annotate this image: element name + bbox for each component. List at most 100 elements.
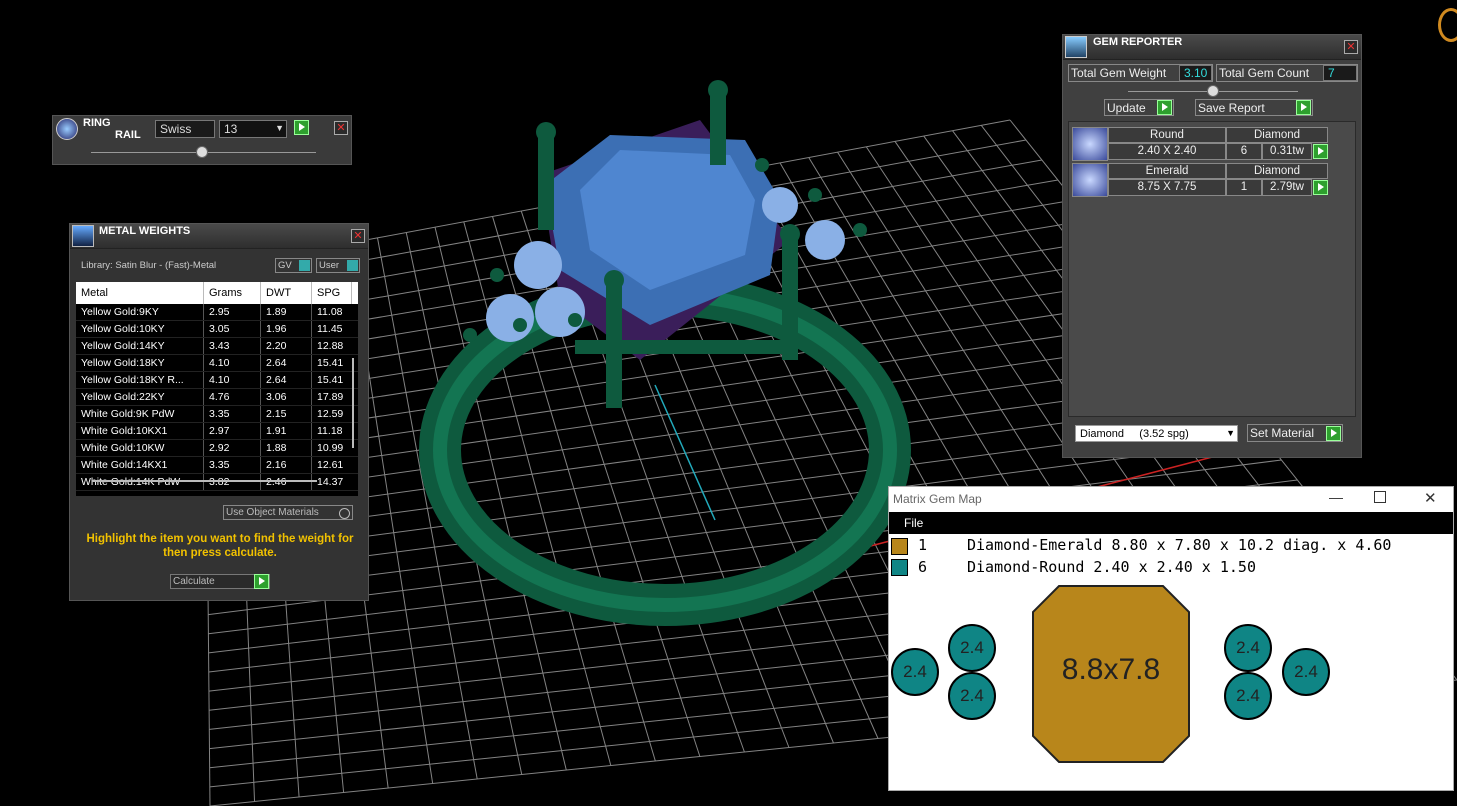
update-button[interactable]: Update [1104,99,1174,116]
col-grams[interactable]: Grams [204,282,261,304]
profile-field[interactable]: Swiss [155,120,215,138]
gem-reporter-icon [1065,36,1087,58]
toggle-icon [299,260,310,271]
table-row[interactable]: White Gold:10KW 2.92 1.88 10.99 [76,440,358,457]
save-report-button[interactable]: Save Report [1195,99,1313,116]
round-gem-5[interactable]: 2.4 [1224,672,1272,720]
table-row[interactable]: White Gold:14K PdW 3.82 2.46 14.37 [76,474,358,491]
table-cell: White Gold:9K PdW [76,406,204,422]
ring-rail-apply-button[interactable] [294,120,309,135]
metal-table-header: Metal Grams DWT SPG [76,282,358,304]
play-icon [1296,100,1311,115]
toggle-icon [347,260,358,271]
emerald-swatch [891,538,908,555]
table-cell: White Gold:10KW [76,440,204,456]
col-spg[interactable]: SPG [312,282,352,304]
round-gem-1[interactable]: 2.4 [891,648,939,696]
gem-map-window: Matrix Gem Map — ✕ File 1 Diamond-Emeral… [888,486,1454,791]
legend-count-2: 6 [918,558,928,576]
table-row[interactable]: Yellow Gold:18KY 4.10 2.64 15.41 [76,355,358,372]
round-gem-2[interactable]: 2.4 [948,624,996,672]
table-cell: 4.10 [204,355,261,371]
use-object-materials-label: Use Object Materials [226,507,319,518]
metal-weights-panel: METAL WEIGHTS ✕ Library: Satin Blur - (F… [69,223,369,601]
table-cell: 15.41 [317,357,344,369]
table-row[interactable]: Yellow Gold:18KY R... 4.10 2.64 15.41 [76,372,358,389]
legend-desc-2: Diamond-Round 2.40 x 2.40 x 1.50 [967,558,1256,576]
gem-map-titlebar: Matrix Gem Map — ✕ [889,487,1453,511]
gem-reporter-slider-knob[interactable] [1207,85,1219,97]
table-cell: 3.43 [204,338,261,354]
table-cell: White Gold:14K PdW [76,474,204,490]
gem-row-select-button[interactable] [1313,144,1328,159]
close-icon[interactable]: ✕ [1424,489,1437,507]
gem-list: Round 2.40 X 2.40 Diamond 6 0.31tw Emerald 8.7… [1068,121,1356,417]
table-cell: 4.10 [204,372,261,388]
table-row[interactable]: White Gold:10KX1 2.97 1.91 11.18 [76,423,358,440]
calculate-button[interactable]: Calculate [170,574,270,589]
table-cell: 2.64 [261,355,312,371]
round-gem-3[interactable]: 2.4 [948,672,996,720]
gem-count-label: 1 [1226,179,1262,196]
gv-toggle-label: GV [278,260,292,271]
table-cell: 17.89 [317,391,344,403]
round-gem-4[interactable]: 2.4 [1224,624,1272,672]
gv-toggle[interactable]: GV [275,258,312,273]
metal-table[interactable]: Metal Grams DWT SPG Yellow Gold:9KY 2.95 1… [76,282,358,496]
size-select[interactable]: 13 ▼ [219,120,287,138]
radio-icon [339,508,350,519]
ring-rail-title: RING [83,117,111,129]
close-icon[interactable]: ✕ [1344,40,1358,54]
user-toggle[interactable]: User [316,258,360,273]
gem-size-label: 2.40 X 2.40 [1108,143,1226,160]
play-icon [254,574,269,589]
table-cell: 11.45 [317,323,343,335]
gem-row-select-button[interactable] [1313,180,1328,195]
maximize-icon[interactable] [1374,491,1386,503]
play-icon [1326,426,1341,441]
metal-table-hscroll[interactable] [92,480,317,482]
metal-table-vscroll[interactable] [352,358,354,448]
table-cell: 3.05 [204,321,261,337]
table-cell: 1.88 [261,440,312,456]
menu-file[interactable]: File [904,516,923,530]
cyan-axis [654,384,716,521]
table-cell: 10.99 [317,442,344,454]
set-material-button[interactable]: Set Material [1247,424,1343,442]
table-row[interactable]: Yellow Gold:10KY 3.05 1.96 11.45 [76,321,358,338]
gem-shape-label: Emerald [1108,163,1226,179]
round-gem-6[interactable]: 2.4 [1282,648,1330,696]
table-row[interactable]: Yellow Gold:22KY 4.76 3.06 17.89 [76,389,358,406]
table-row[interactable]: Yellow Gold:14KY 3.43 2.20 12.88 [76,338,358,355]
table-cell: 2.97 [204,423,261,439]
table-cell: 1.91 [261,423,312,439]
table-cell: Yellow Gold:22KY [76,389,204,405]
table-cell: 3.35 [204,406,261,422]
minimize-icon[interactable]: — [1329,489,1343,505]
gem-shape-icon [1072,163,1108,197]
table-cell: White Gold:10KX1 [76,423,204,439]
table-cell: Yellow Gold:9KY [76,304,204,320]
col-dwt[interactable]: DWT [261,282,312,304]
col-metal[interactable]: Metal [76,282,204,304]
table-row[interactable]: White Gold:9K PdW 3.35 2.15 12.59 [76,406,358,423]
gem-shape-label: Round [1108,127,1226,143]
table-cell: 11.08 [317,306,343,318]
close-icon[interactable]: ✕ [334,121,348,135]
table-row[interactable]: White Gold:14KX1 3.35 2.16 12.61 [76,457,358,474]
update-label: Update [1107,101,1146,115]
table-cell: 12.88 [317,340,344,352]
metal-weights-icon [72,225,94,247]
table-cell: 15.41 [317,374,344,386]
table-cell: 3.35 [204,457,261,473]
material-select[interactable]: Diamond (3.52 spg) ▼ [1075,425,1238,442]
table-cell: 14.37 [317,476,344,488]
ring-rail-icon [56,118,78,140]
table-cell: 1.96 [261,321,312,337]
ring-rail-slider-knob[interactable] [196,146,208,158]
table-row[interactable]: Yellow Gold:9KY 2.95 1.89 11.08 [76,304,358,321]
library-label: Library: Satin Blur - (Fast)-Metal [81,260,217,271]
table-cell: 2.16 [261,457,312,473]
close-icon[interactable]: ✕ [351,229,365,243]
use-object-materials-checkbox[interactable]: Use Object Materials [223,505,353,520]
